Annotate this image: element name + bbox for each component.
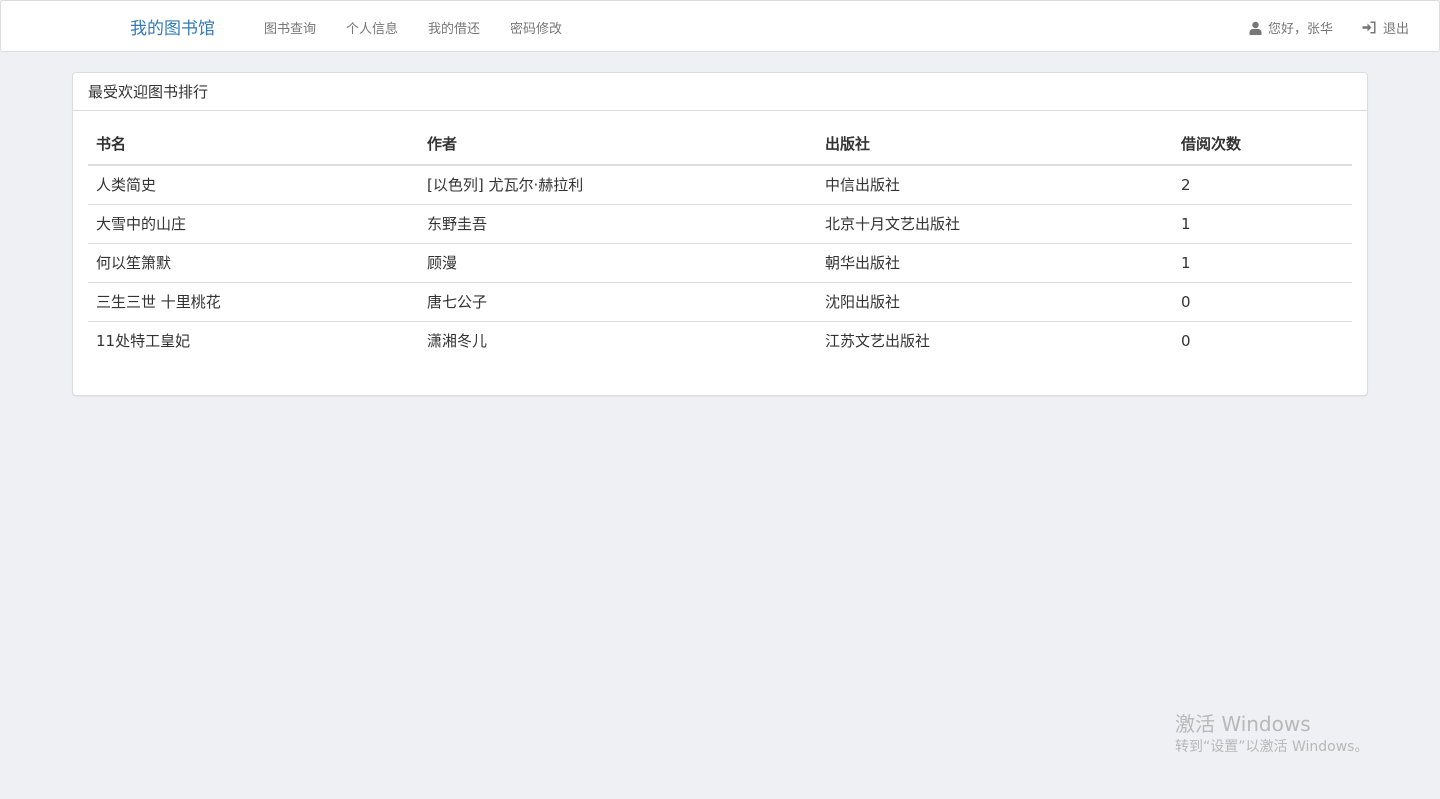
table-row: 人类简史 [以色列] 尤瓦尔·赫拉利 中信出版社 2 <box>88 165 1352 205</box>
nav-my-borrowing[interactable]: 我的借还 <box>428 18 480 37</box>
nav-change-password[interactable]: 密码修改 <box>510 18 562 37</box>
user-nav: 您好，张华 退出 <box>1249 18 1409 37</box>
cell-book-title: 大雪中的山庄 <box>88 204 419 244</box>
cell-borrow-count: 1 <box>1173 243 1352 283</box>
watermark-subtitle: 转到“设置”以激活 Windows。 <box>1175 739 1369 755</box>
nav-book-search[interactable]: 图书查询 <box>264 18 316 37</box>
cell-author: [以色列] 尤瓦尔·赫拉利 <box>427 176 584 194</box>
main-nav: 图书查询 个人信息 我的借还 密码修改 <box>264 18 592 37</box>
cell-publisher: 沈阳出版社 <box>817 282 1173 322</box>
cell-book-title: 11处特工皇妃 <box>88 321 419 360</box>
header-borrow-count: 借阅次数 <box>1173 128 1352 166</box>
cell-publisher: 北京十月文艺出版社 <box>817 204 1173 244</box>
cell-publisher: 朝华出版社 <box>817 243 1173 283</box>
cell-borrow-count: 2 <box>1181 176 1191 194</box>
nav-personal-info[interactable]: 个人信息 <box>346 18 398 37</box>
cell-book-title: 三生三世 十里桃花 <box>88 282 419 322</box>
watermark-title: 激活 Windows <box>1175 712 1311 736</box>
header-book-title: 书名 <box>88 128 419 166</box>
cell-author: 东野圭吾 <box>419 204 817 244</box>
table-row: 何以笙箫默 顾漫 朝华出版社 1 <box>88 243 1352 283</box>
panel-title: 最受欢迎图书排行 <box>73 73 1367 111</box>
table-header-row: 书名 作者 出版社 借阅次数 <box>88 128 1352 166</box>
cell-book-title: 何以笙箫默 <box>88 243 419 283</box>
cell-publisher: 中信出版社 <box>825 176 901 194</box>
user-greeting-link[interactable]: 您好，张华 <box>1249 18 1333 37</box>
cell-borrow-count: 1 <box>1173 204 1352 244</box>
cell-borrow-count: 0 <box>1173 321 1352 360</box>
table-row: 大雪中的山庄 东野圭吾 北京十月文艺出版社 1 <box>88 204 1352 244</box>
header-publisher: 出版社 <box>817 128 1173 166</box>
cell-author: 顾漫 <box>419 243 817 283</box>
popular-books-panel: 最受欢迎图书排行 书名 作者 出版社 借阅次数 人类简史 [以色列] 尤瓦尔·赫… <box>72 72 1368 396</box>
brand-link[interactable]: 我的图书馆 <box>130 14 215 39</box>
logout-label: 退出 <box>1382 22 1409 37</box>
cell-author: 潇湘冬儿 <box>419 321 817 360</box>
cell-author: 唐七公子 <box>419 282 817 322</box>
user-icon <box>1249 21 1262 35</box>
table-row: 三生三世 十里桃花 唐七公子 沈阳出版社 0 <box>88 282 1352 322</box>
log-in-icon <box>1362 21 1376 34</box>
windows-activation-watermark: 激活 Windows 转到“设置”以激活 Windows。 <box>1175 712 1368 758</box>
table-row: 11处特工皇妃 潇湘冬儿 江苏文艺出版社 0 <box>88 321 1352 360</box>
user-greeting: 您好，张华 <box>1267 22 1333 37</box>
navbar: 我的图书馆 图书查询 个人信息 我的借还 密码修改 您好，张华 退出 <box>0 0 1440 52</box>
cell-borrow-count: 0 <box>1173 282 1352 322</box>
cell-publisher: 江苏文艺出版社 <box>817 321 1173 360</box>
header-author: 作者 <box>419 128 817 166</box>
popular-books-table: 书名 作者 出版社 借阅次数 人类简史 [以色列] 尤瓦尔·赫拉利 中信出版社 … <box>88 128 1352 360</box>
cell-book-title: 人类简史 <box>96 176 157 194</box>
logout-link[interactable]: 退出 <box>1362 18 1409 37</box>
